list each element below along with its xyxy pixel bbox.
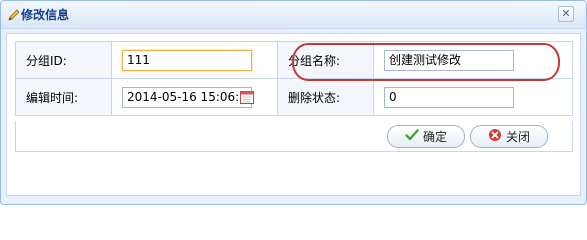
delete-status-input[interactable]: 0 <box>384 86 514 108</box>
edit-form: 分组ID: 111 分组名称: 创建测试修改 编辑时间: 2014-05-16 … <box>15 41 573 116</box>
check-icon <box>405 128 419 145</box>
x-circle-icon <box>488 128 502 145</box>
group-name-label: 分组名称: <box>277 41 374 79</box>
dialog-titlebar[interactable]: 修改信息 ✕ <box>1 1 586 29</box>
close-button-label: 关闭 <box>505 130 530 144</box>
edit-time-field[interactable]: 2014-05-16 15:06:1 <box>122 86 255 108</box>
close-icon[interactable]: ✕ <box>558 6 574 22</box>
group-id-input[interactable]: 111 <box>122 49 252 71</box>
close-button[interactable]: 关闭 <box>470 125 548 148</box>
form-row: 分组ID: 111 分组名称: 创建测试修改 <box>15 41 573 79</box>
edit-time-label: 编辑时间: <box>15 78 112 116</box>
group-id-label: 分组ID: <box>15 41 112 79</box>
dialog-title: 修改信息 <box>21 8 70 22</box>
delete-status-label: 删除状态: <box>277 78 374 116</box>
pencil-icon <box>7 8 21 22</box>
dialog-body: 分组ID: 111 分组名称: 创建测试修改 编辑时间: 2014-05-16 … <box>6 33 581 196</box>
group-name-input[interactable]: 创建测试修改 <box>384 49 514 71</box>
calendar-icon[interactable] <box>239 89 255 105</box>
edit-time-input[interactable]: 2014-05-16 15:06:1 <box>122 86 252 108</box>
form-row: 编辑时间: 2014-05-16 15:06:1 删除状态: 0 <box>15 78 573 116</box>
ok-button-label: 确定 <box>422 130 447 144</box>
ok-button[interactable]: 确定 <box>387 125 465 148</box>
edit-dialog: 修改信息 ✕ 分组ID: 111 分组名称: 创建测试修改 编辑时间: 2014… <box>0 0 587 205</box>
